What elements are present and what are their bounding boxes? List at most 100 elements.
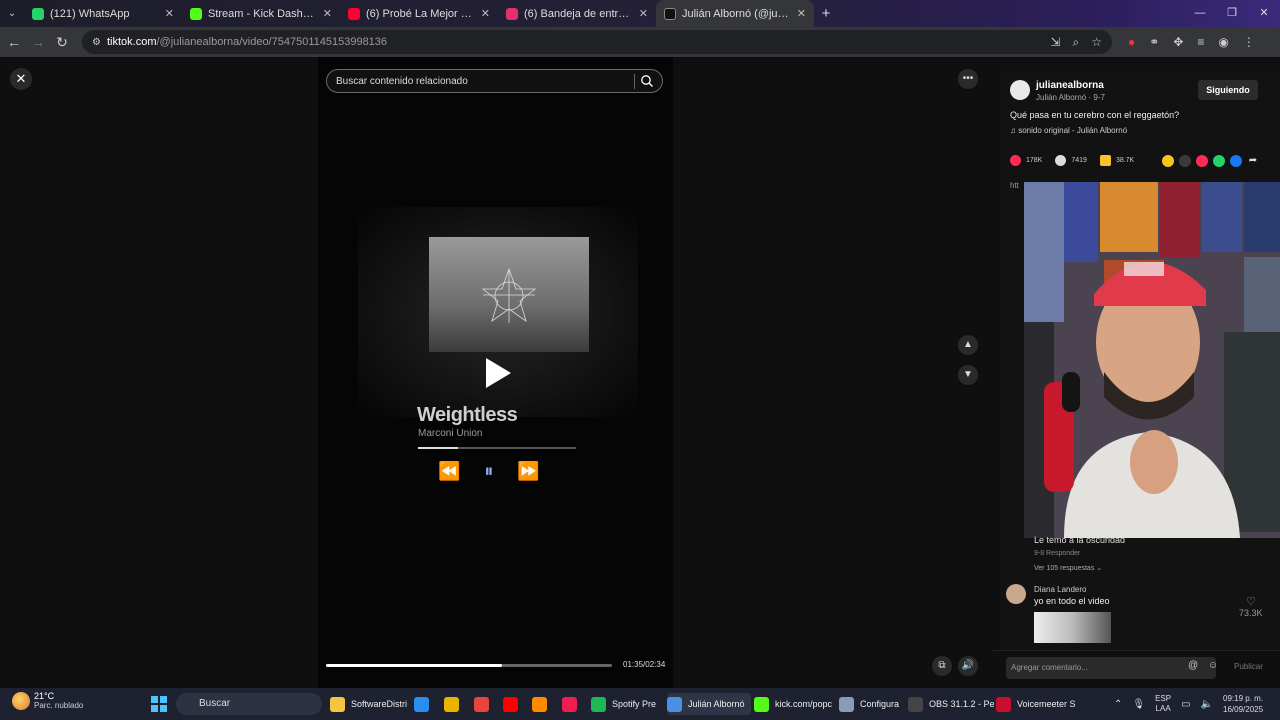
clock[interactable]: 09:19 p. m. 16/09/2025 (1223, 693, 1263, 715)
share-arrow-icon[interactable]: ➦ (1247, 155, 1259, 167)
play-icon[interactable] (483, 356, 513, 390)
author-subline: Julián Albornó · 9-7 (1036, 93, 1105, 102)
sound-link[interactable]: ♫ sonido original - Julián Albornó (1010, 126, 1127, 135)
taskbar-app[interactable]: OBS 31.1.2 - Pe (908, 693, 995, 715)
network-icon[interactable]: ▭ (1181, 699, 1190, 710)
profile-icon[interactable]: ◉ (1218, 35, 1228, 49)
tab-close-icon[interactable]: ✕ (639, 7, 648, 20)
reload-icon[interactable]: ↻ (50, 34, 74, 51)
extension-red-icon[interactable]: ● (1128, 35, 1135, 49)
reading-list-icon[interactable]: ≡ (1197, 35, 1204, 49)
save-button[interactable]: 38.7K (1099, 155, 1134, 166)
taskbar-app[interactable] (562, 693, 583, 715)
kick-icon (190, 7, 202, 20)
comment-like-count: 73.3K (1239, 608, 1263, 618)
like-button[interactable]: 178K (1010, 155, 1042, 166)
embed-icon[interactable] (1179, 155, 1191, 167)
minimize-icon[interactable]: — (1184, 0, 1216, 27)
extensions-puzzle-icon[interactable]: ✥ (1173, 35, 1183, 49)
tab-instagram[interactable]: (6) Bandeja de entrada • Chats ✕ (498, 0, 656, 27)
pause-icon: ⏸ (484, 461, 494, 481)
browser-menu-icon[interactable]: ⋮ (1243, 35, 1255, 49)
volume-icon[interactable]: 🔊 (958, 656, 978, 676)
windows-taskbar: 21°C Parc. nublado Buscar SoftwareDistri… (0, 688, 1280, 720)
taskbar-app[interactable]: Voicemeeter S (996, 693, 1076, 715)
tab-close-icon[interactable]: ✕ (323, 7, 332, 20)
tab-close-icon[interactable]: ✕ (165, 7, 174, 20)
tiktok-video-page: ✕ Weightless Marconi Union ⏪ ⏸ ⏩ Buscar … (0, 57, 1280, 688)
song-controls: ⏪ ⏸ ⏩ (438, 461, 540, 482)
tab-kick-dashboard[interactable]: Stream - Kick Dashboard ✕ (182, 0, 340, 27)
facebook-share-icon[interactable] (1230, 155, 1242, 167)
taskbar-app[interactable] (474, 693, 495, 715)
close-video-icon[interactable]: ✕ (10, 68, 32, 90)
taskbar-app[interactable] (444, 693, 465, 715)
video-progress-bar[interactable] (326, 664, 612, 667)
whatsapp-share-icon[interactable] (1213, 155, 1225, 167)
windows-start-icon[interactable] (151, 696, 167, 712)
tab-title: (6) Bandeja de entrada • Chats (524, 7, 633, 20)
site-info-icon[interactable]: ⚙ (92, 37, 101, 48)
extension-link-icon[interactable]: ⚭ (1149, 35, 1159, 49)
send-icon[interactable] (1196, 155, 1208, 167)
install-app-icon[interactable]: ⇲ (1050, 35, 1060, 50)
tab-whatsapp[interactable]: (121) WhatsApp ✕ (24, 0, 182, 27)
tab-close-icon[interactable]: ✕ (481, 7, 490, 20)
comment-button[interactable]: 7419 (1055, 155, 1087, 166)
taskbar-app[interactable] (414, 693, 435, 715)
previous-video-icon[interactable]: ▲ (958, 335, 978, 355)
browser-tab-bar: ⌄ (121) WhatsApp ✕ Stream - Kick Dashboa… (0, 0, 1280, 27)
language-indicator[interactable]: ESP LAA (1155, 694, 1171, 714)
mention-icon[interactable]: @ (1188, 660, 1198, 671)
new-tab-button[interactable]: + (814, 5, 838, 22)
comment-count: 7419 (1071, 157, 1087, 164)
avatar[interactable] (1010, 80, 1030, 100)
more-options-icon[interactable]: ••• (958, 69, 978, 89)
close-window-icon[interactable]: ✕ (1248, 0, 1280, 27)
taskbar-search[interactable]: Buscar (176, 693, 322, 715)
comment-meta[interactable]: 9-8 Responder (1034, 550, 1080, 557)
comment-input[interactable]: Agregar comentario... (1006, 657, 1216, 679)
address-bar[interactable]: ⚙ tiktok.com /@julianealborna/video/7547… (82, 30, 1112, 54)
copy-link-field[interactable]: htt (1010, 181, 1019, 190)
microphone-icon[interactable]: 🎙 (1132, 699, 1145, 710)
heart-outline-icon[interactable]: ♡ (1246, 595, 1256, 608)
engagement-stats: 178K 7419 38.7K (1010, 155, 1147, 166)
following-button[interactable]: Siguiendo (1198, 80, 1258, 100)
forward-arrow-icon[interactable]: → (26, 34, 50, 50)
app-icon (754, 696, 769, 712)
back-arrow-icon[interactable]: ← (2, 34, 26, 50)
comment-image[interactable] (1034, 612, 1111, 643)
avatar[interactable] (1006, 584, 1026, 604)
chevron-up-icon[interactable]: ⌃ (1114, 699, 1122, 710)
taskbar-app[interactable] (532, 693, 553, 715)
video-player[interactable]: Weightless Marconi Union ⏪ ⏸ ⏩ (318, 57, 673, 688)
tab-search-button[interactable]: ⌄ (0, 0, 24, 27)
related-search-input[interactable]: Buscar contenido relacionado (326, 69, 663, 93)
taskbar-app[interactable]: Spotify Pre (591, 693, 656, 715)
coin-icon[interactable] (1162, 155, 1174, 167)
speaker-icon[interactable]: 🔈 (1201, 699, 1213, 710)
username[interactable]: julianealborna (1036, 80, 1104, 91)
tab-close-icon[interactable]: ✕ (797, 7, 806, 20)
publish-button[interactable]: Publicar (1234, 662, 1263, 671)
tab-youtube[interactable]: (6) Probé La Mejor Comida de Ch ✕ (340, 0, 498, 27)
taskbar-app[interactable]: Configura (839, 693, 899, 715)
tab-tiktok[interactable]: Julián Albornó (@julianealborna ✕ (656, 0, 814, 27)
app-icon (503, 696, 518, 712)
zoom-icon[interactable]: ⌕ (1073, 35, 1080, 50)
miniplayer-icon[interactable]: ⧉ (932, 656, 952, 676)
comment-author[interactable]: Diana Landero (1034, 585, 1086, 594)
weather-widget[interactable]: 21°C Parc. nublado (12, 691, 83, 710)
app-label: Spotify Pre (612, 699, 657, 709)
taskbar-app[interactable] (503, 693, 524, 715)
taskbar-app[interactable]: Julián Albornó (667, 693, 751, 715)
taskbar-app[interactable]: kick.com/popc (754, 693, 832, 715)
emoji-icon[interactable]: ☺ (1208, 660, 1218, 671)
restore-icon[interactable]: ❐ (1216, 0, 1248, 27)
view-replies-link[interactable]: Ver 105 respuestas ⌄ (1034, 564, 1102, 572)
search-icon[interactable] (640, 74, 654, 88)
next-video-icon[interactable]: ▼ (958, 365, 978, 385)
bookmark-star-icon[interactable]: ☆ (1091, 35, 1102, 50)
taskbar-app[interactable]: SoftwareDistri (330, 693, 407, 715)
